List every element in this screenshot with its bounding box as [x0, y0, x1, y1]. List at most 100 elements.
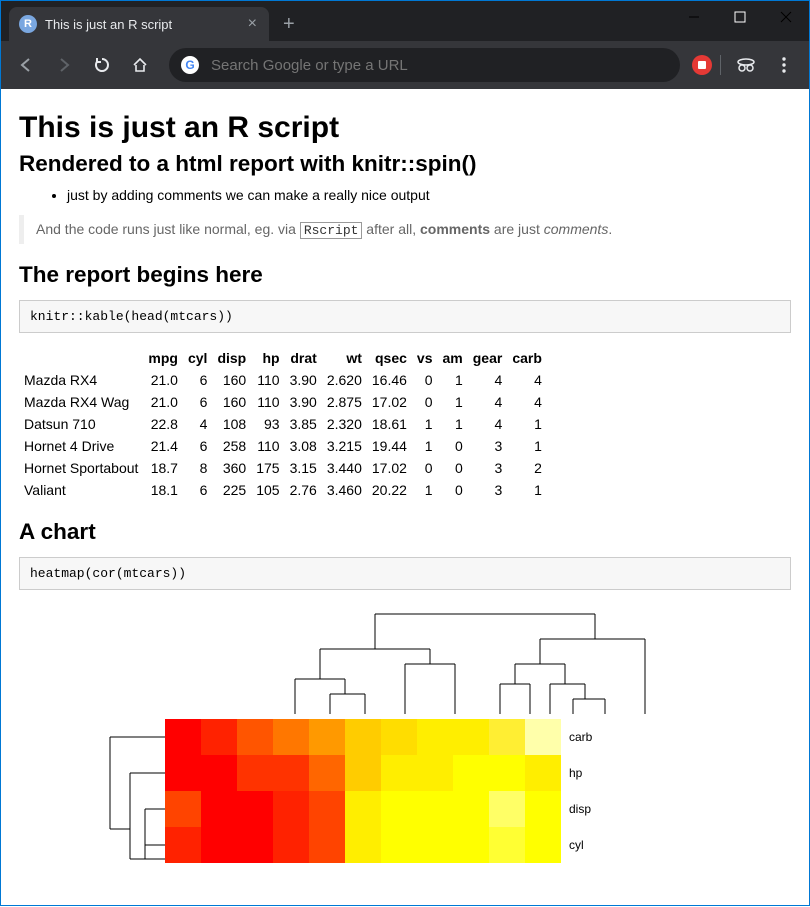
- heatmap-cell: [201, 719, 237, 755]
- table-cell: 110: [251, 391, 284, 413]
- incognito-icon[interactable]: [729, 48, 763, 82]
- table-cell: 4: [468, 413, 508, 435]
- forward-button[interactable]: [47, 48, 81, 82]
- heatmap-cell: [309, 719, 345, 755]
- heatmap-cell: [201, 791, 237, 827]
- heatmap-grid: [165, 719, 561, 863]
- blockquote: And the code runs just like normal, eg. …: [19, 215, 791, 244]
- table-cell: 18.61: [367, 413, 412, 435]
- table-cell: 108: [212, 413, 251, 435]
- heatmap-cell: [489, 827, 525, 863]
- back-button[interactable]: [9, 48, 43, 82]
- table-row: Mazda RX4 Wag21.061601103.902.87517.0201…: [19, 391, 547, 413]
- google-icon: G: [181, 56, 199, 74]
- window-minimize-icon[interactable]: [671, 1, 717, 33]
- heatmap-cell: [417, 719, 453, 755]
- table-header: qsec: [367, 347, 412, 369]
- page-title: This is just an R script: [19, 111, 791, 145]
- tab-title: This is just an R script: [45, 17, 172, 32]
- address-bar[interactable]: G: [169, 48, 680, 82]
- table-cell: 1: [507, 479, 547, 501]
- table-cell: Mazda RX4: [19, 369, 143, 391]
- dendrogram-left: [55, 719, 165, 869]
- table-cell: 18.7: [143, 457, 183, 479]
- heatmap-cell: [237, 755, 273, 791]
- viewport[interactable]: This is just an R script Rendered to a h…: [1, 89, 809, 907]
- heatmap-cell: [237, 719, 273, 755]
- table-header: drat: [285, 347, 322, 369]
- menu-button[interactable]: [767, 48, 801, 82]
- browser-tab[interactable]: R This is just an R script ×: [9, 7, 269, 41]
- table-cell: Mazda RX4 Wag: [19, 391, 143, 413]
- heatmap-cell: [273, 719, 309, 755]
- table-header: [19, 347, 143, 369]
- table-cell: 4: [468, 369, 508, 391]
- table-cell: 1: [412, 413, 438, 435]
- heatmap-cell: [381, 719, 417, 755]
- table-cell: Valiant: [19, 479, 143, 501]
- heatmap-cell: [489, 755, 525, 791]
- heatmap-cell: [165, 719, 201, 755]
- table-cell: 3.90: [285, 369, 322, 391]
- new-tab-button[interactable]: +: [269, 7, 309, 41]
- section-heading-report: The report begins here: [19, 262, 791, 288]
- bq-bold: comments: [420, 221, 490, 237]
- table-cell: 2.320: [322, 413, 367, 435]
- reload-button[interactable]: [85, 48, 119, 82]
- heatmap-cell: [525, 755, 561, 791]
- heatmap-cell: [453, 719, 489, 755]
- table-cell: 225: [212, 479, 251, 501]
- heatmap-row-labels: carbhpdispcyl: [569, 719, 592, 863]
- code-block-kable: knitr::kable(head(mtcars)): [19, 300, 791, 333]
- table-cell: 21.0: [143, 391, 183, 413]
- heatmap-cell: [345, 827, 381, 863]
- table-cell: 4: [183, 413, 212, 435]
- table-header: cyl: [183, 347, 212, 369]
- table-cell: 6: [183, 391, 212, 413]
- code-text: knitr::kable(head(mtcars)): [30, 309, 233, 324]
- table-cell: 2.620: [322, 369, 367, 391]
- heatmap-cell: [273, 755, 309, 791]
- table-cell: 18.1: [143, 479, 183, 501]
- table-cell: 3.215: [322, 435, 367, 457]
- heatmap-cell: [525, 827, 561, 863]
- window-close-icon[interactable]: [763, 1, 809, 33]
- table-cell: 1: [412, 435, 438, 457]
- table-cell: 1: [507, 435, 547, 457]
- table-cell: 175: [251, 457, 284, 479]
- table-cell: 3: [468, 457, 508, 479]
- code-block-heatmap: heatmap(cor(mtcars)): [19, 557, 791, 590]
- heatmap-row-label: hp: [569, 755, 592, 791]
- heatmap-cell: [525, 719, 561, 755]
- heatmap-cell: [201, 827, 237, 863]
- heatmap-cell: [417, 755, 453, 791]
- table-cell: 0: [412, 369, 438, 391]
- home-button[interactable]: [123, 48, 157, 82]
- bq-code: Rscript: [300, 222, 363, 239]
- table-header: disp: [212, 347, 251, 369]
- table-cell: 160: [212, 369, 251, 391]
- heatmap-cell: [165, 827, 201, 863]
- heatmap-cell: [309, 791, 345, 827]
- page-subtitle: Rendered to a html report with knitr::sp…: [19, 151, 791, 177]
- table-header: wt: [322, 347, 367, 369]
- omnibox-input[interactable]: [209, 56, 668, 75]
- heatmap-cell: [381, 827, 417, 863]
- table-cell: 4: [507, 369, 547, 391]
- bullet-item: just by adding comments we can make a re…: [67, 187, 791, 203]
- table-row: Valiant18.162251052.763.46020.221031: [19, 479, 547, 501]
- heatmap-cell: [165, 791, 201, 827]
- dendrogram-top: [265, 604, 665, 714]
- table-cell: 8: [183, 457, 212, 479]
- adblock-extension-icon[interactable]: [692, 55, 712, 75]
- tab-close-icon[interactable]: ×: [246, 14, 259, 34]
- window-maximize-icon[interactable]: [717, 1, 763, 33]
- heatmap-cell: [345, 755, 381, 791]
- table-cell: 1: [507, 413, 547, 435]
- heatmap-cell: [273, 791, 309, 827]
- table-cell: 0: [438, 457, 468, 479]
- table-cell: 1: [412, 479, 438, 501]
- browser-toolbar: G: [1, 41, 809, 89]
- table-cell: 3.15: [285, 457, 322, 479]
- heatmap-cell: [345, 791, 381, 827]
